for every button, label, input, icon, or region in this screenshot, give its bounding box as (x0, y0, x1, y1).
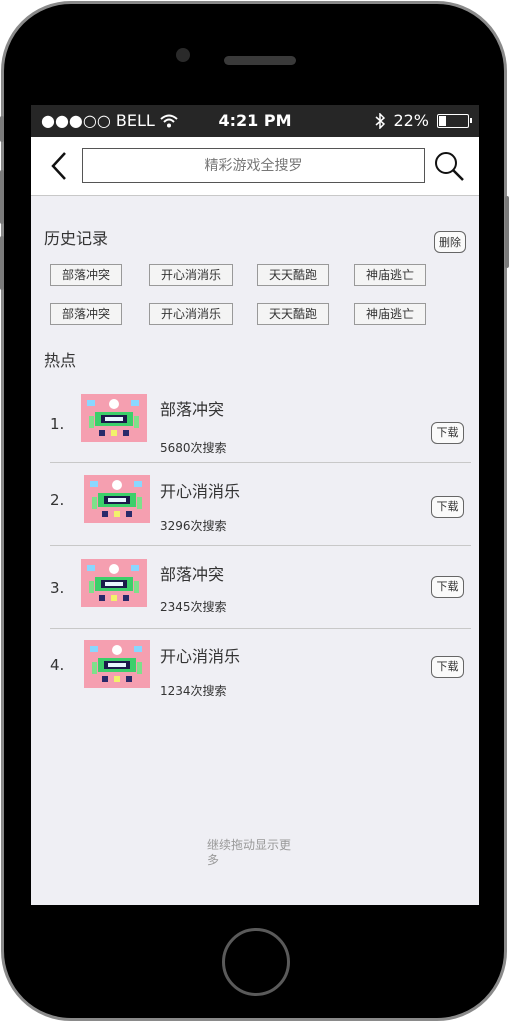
battery-percent: 22% (393, 111, 429, 130)
game-name[interactable]: 部落冲突 (160, 396, 224, 420)
search-input[interactable] (82, 148, 425, 183)
divider (50, 462, 471, 463)
search-count: 5680次搜索 (160, 441, 227, 455)
home-button[interactable] (222, 928, 290, 996)
game-thumbnail[interactable] (84, 475, 150, 523)
hot-rank: 1. (50, 415, 65, 433)
history-tag[interactable]: 天天酷跑 (257, 264, 329, 286)
search-count: 3296次搜索 (160, 519, 227, 533)
volume-up-button (0, 170, 4, 224)
download-button[interactable]: 下载 (431, 496, 464, 518)
search-bar (31, 137, 479, 196)
history-tag[interactable]: 神庙逃亡 (354, 303, 426, 325)
power-button (505, 196, 509, 268)
history-tag[interactable]: 神庙逃亡 (354, 264, 426, 286)
search-count: 1234次搜索 (160, 684, 227, 698)
history-tag[interactable]: 开心消消乐 (149, 264, 233, 286)
divider (50, 545, 471, 546)
history-tag[interactable]: 开心消消乐 (149, 303, 233, 325)
download-button[interactable]: 下载 (431, 576, 464, 598)
history-tag[interactable]: 天天酷跑 (257, 303, 329, 325)
volume-down-button (0, 236, 4, 290)
history-tag[interactable]: 部落冲突 (50, 264, 122, 286)
history-tag[interactable]: 部落冲突 (50, 303, 122, 325)
screen: ●●●○○ BELL 4:21 PM 22% 历史记录 删除 部落冲突 开心 (31, 105, 479, 905)
game-name[interactable]: 开心消消乐 (160, 478, 240, 502)
delete-history-button[interactable]: 删除 (434, 231, 466, 253)
hot-rank: 4. (50, 656, 65, 674)
game-thumbnail[interactable] (81, 559, 147, 607)
mute-switch (0, 116, 4, 142)
bluetooth-icon (375, 112, 386, 129)
download-button[interactable]: 下载 (431, 656, 464, 678)
hot-title: 热点 (44, 351, 77, 370)
search-icon[interactable] (433, 150, 465, 182)
game-name[interactable]: 开心消消乐 (160, 643, 240, 667)
game-name[interactable]: 部落冲突 (160, 561, 224, 585)
earpiece-speaker (224, 56, 296, 65)
front-camera (176, 48, 190, 62)
back-chevron-icon[interactable] (47, 151, 73, 181)
download-button[interactable]: 下载 (431, 422, 464, 444)
hot-rank: 3. (50, 579, 65, 597)
status-bar: ●●●○○ BELL 4:21 PM 22% (31, 105, 479, 137)
hot-rank: 2. (50, 491, 65, 509)
load-more-hint: 继续拖动显示更多 (207, 838, 292, 867)
search-count: 2345次搜索 (160, 600, 227, 614)
game-thumbnail[interactable] (84, 640, 150, 688)
game-thumbnail[interactable] (81, 394, 147, 442)
history-title: 历史记录 (44, 229, 109, 248)
battery-icon (437, 113, 472, 128)
divider (50, 628, 471, 629)
